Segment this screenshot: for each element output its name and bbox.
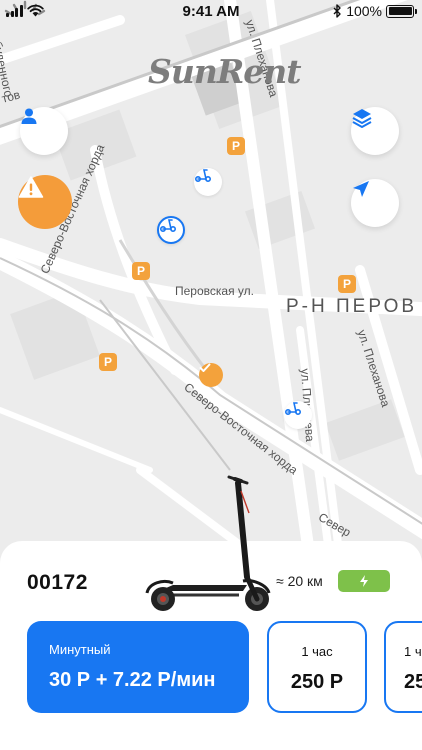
battery-charging-icon bbox=[360, 575, 368, 587]
report-problem-button[interactable] bbox=[18, 175, 72, 229]
range-estimate: ≈ 20 км bbox=[276, 573, 323, 589]
profile-button[interactable] bbox=[20, 107, 68, 155]
street-label: Перовская ул. bbox=[175, 284, 254, 298]
person-icon bbox=[21, 108, 37, 124]
battery-badge bbox=[338, 570, 390, 592]
check-icon bbox=[199, 363, 211, 372]
scooter-icon bbox=[195, 169, 211, 182]
tariff-price: 30 Р + 7.22 Р/мин bbox=[49, 669, 216, 691]
scooter-id: 00172 bbox=[27, 571, 88, 594]
scooter-marker[interactable] bbox=[284, 401, 312, 429]
scooter-image bbox=[145, 475, 271, 611]
tariff-card-minute[interactable]: Минутный 30 Р + 7.22 Р/мин bbox=[27, 621, 249, 713]
tariff-label: Минутный bbox=[49, 642, 111, 657]
tariff-label: 1 ч bbox=[404, 644, 422, 659]
my-location-button[interactable] bbox=[351, 179, 399, 227]
sunrent-logo: SunRent bbox=[148, 52, 301, 91]
tariff-price: 25 bbox=[404, 671, 422, 693]
tariff-card-partial[interactable]: 1 ч 25 bbox=[384, 621, 422, 713]
district-label: Р-Н ПЕРОВ bbox=[286, 296, 418, 317]
battery-icon bbox=[386, 4, 417, 18]
scooter-icon bbox=[285, 402, 301, 415]
warning-icon bbox=[18, 176, 44, 198]
parking-marker[interactable]: P bbox=[99, 353, 117, 371]
selected-scooter-marker[interactable] bbox=[199, 363, 223, 387]
bluetooth-icon bbox=[333, 4, 341, 18]
parking-marker[interactable]: P bbox=[227, 137, 245, 155]
status-right-group: 100% bbox=[333, 3, 417, 19]
parking-marker[interactable]: P bbox=[132, 262, 150, 280]
scooter-icon bbox=[160, 219, 176, 232]
parking-marker[interactable]: P bbox=[338, 275, 356, 293]
location-arrow-icon bbox=[353, 181, 369, 197]
status-bar: 9:41 AM 100% bbox=[0, 0, 422, 24]
tariff-carousel[interactable]: Минутный 30 Р + 7.22 Р/мин 1 час 250 Р 1… bbox=[27, 621, 422, 715]
battery-percent: 100% bbox=[346, 3, 382, 19]
scooter-marker[interactable] bbox=[157, 216, 185, 244]
scooter-bottom-sheet: 00172 ≈ 20 км Минутный 30 Р + 7.22 Р/мин bbox=[0, 475, 422, 750]
tariff-label: 1 час bbox=[301, 644, 333, 659]
scooter-marker[interactable] bbox=[194, 168, 222, 196]
layers-icon bbox=[352, 109, 372, 128]
layers-button[interactable] bbox=[351, 107, 399, 155]
tariff-card-hour[interactable]: 1 час 250 Р bbox=[267, 621, 367, 713]
tariff-price: 250 Р bbox=[290, 671, 344, 693]
